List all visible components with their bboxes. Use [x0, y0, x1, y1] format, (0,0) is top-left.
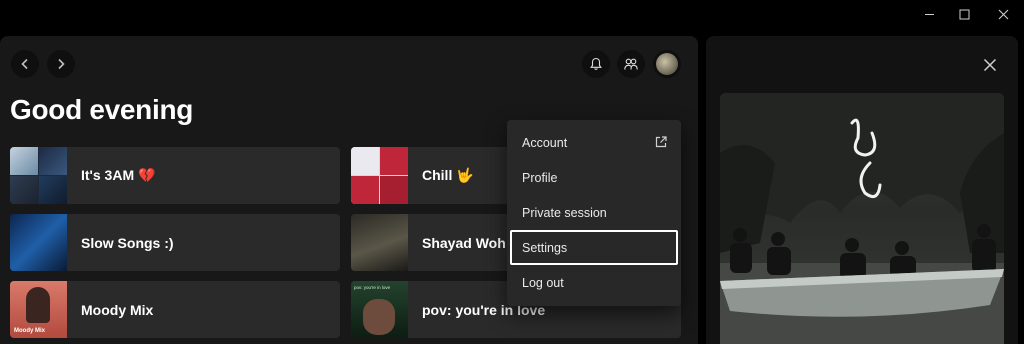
- menu-item-private-session[interactable]: Private session: [510, 195, 678, 230]
- menu-item-label: Settings: [522, 240, 568, 255]
- card-title: Shayad Woh: [422, 234, 506, 251]
- friend-activity-button[interactable]: [617, 50, 645, 78]
- maximize-button[interactable]: [946, 4, 982, 24]
- playlist-cover: Moody Mix: [10, 281, 67, 338]
- playlist-cover: [10, 147, 67, 204]
- window-close-button[interactable]: [985, 4, 1021, 24]
- menu-item-account[interactable]: Account: [510, 125, 678, 160]
- card-title: Slow Songs :): [81, 234, 174, 251]
- cover-caption: Moody Mix: [14, 328, 45, 334]
- playlist-cover: [10, 214, 67, 271]
- chevron-left-icon: [21, 58, 28, 70]
- back-button[interactable]: [11, 50, 39, 78]
- close-icon: [983, 58, 997, 72]
- menu-item-label: Private session: [522, 205, 607, 220]
- profile-menu: Account Profile Private session Settings…: [507, 120, 681, 306]
- close-icon: [998, 9, 1008, 19]
- minimize-icon: [924, 13, 934, 15]
- card-title: It's 3AM 💔: [81, 167, 156, 183]
- playlist-cover: [351, 147, 408, 204]
- menu-item-settings[interactable]: Settings: [510, 230, 678, 265]
- chevron-right-icon: [58, 58, 65, 70]
- external-link-icon: [655, 136, 667, 148]
- avatar: [656, 53, 678, 75]
- cover-caption: pov: you're in love: [354, 285, 391, 290]
- cover-art: [720, 93, 1004, 344]
- maximize-icon: [959, 9, 969, 19]
- card-title: Chill 🤟: [422, 167, 474, 183]
- menu-item-log-out[interactable]: Log out: [510, 265, 678, 300]
- forward-button[interactable]: [47, 50, 75, 78]
- album-cover: [720, 93, 1004, 344]
- playlist-cover: pov: you're in love: [351, 281, 408, 338]
- friends-icon: [624, 58, 638, 70]
- profile-avatar-button[interactable]: [653, 50, 681, 78]
- bell-icon: [590, 57, 602, 70]
- minimize-button[interactable]: [911, 4, 947, 24]
- menu-item-label: Log out: [522, 275, 564, 290]
- shortcut-card[interactable]: Slow Songs :): [10, 214, 340, 271]
- card-title: Moody Mix: [81, 301, 154, 318]
- menu-item-label: Profile: [522, 170, 558, 185]
- title-bar: [0, 0, 1024, 34]
- menu-item-label: Account: [522, 135, 568, 150]
- menu-item-profile[interactable]: Profile: [510, 160, 678, 195]
- shortcut-card[interactable]: Moody Mix Moody Mix: [10, 281, 340, 338]
- close-panel-button[interactable]: [979, 54, 1001, 76]
- playlist-cover: [351, 214, 408, 271]
- notifications-button[interactable]: [582, 50, 610, 78]
- shortcut-card[interactable]: It's 3AM 💔: [10, 147, 340, 204]
- now-playing-panel: [706, 36, 1018, 344]
- home-view: Good evening It's 3AM 💔 Chill 🤟 Slow Son…: [0, 36, 698, 344]
- page-title: Good evening: [10, 94, 194, 125]
